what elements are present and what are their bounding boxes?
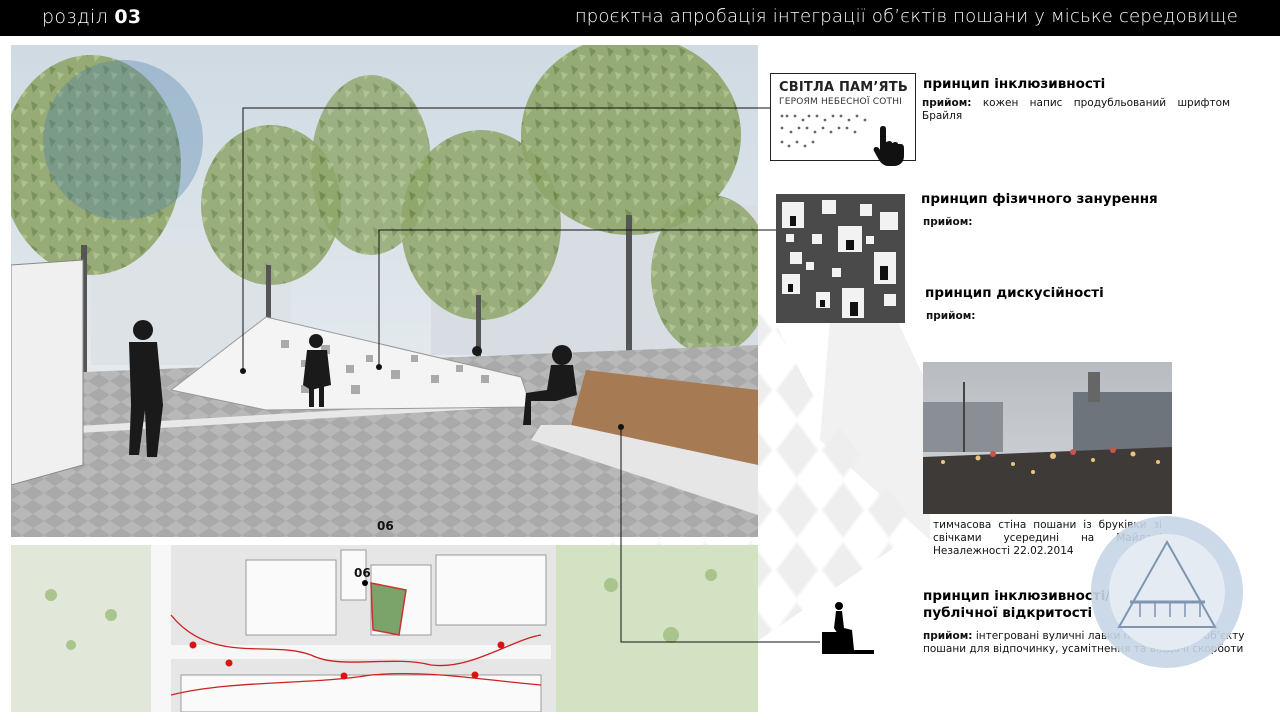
principle-discussion-title: принцип дискусійності: [925, 285, 1104, 301]
hand-pointer-icon: [873, 126, 904, 166]
method-label: прийом:: [922, 97, 972, 109]
principle-inclusivity-method: прийом: кожен напис продубльований шрифт…: [922, 97, 1230, 123]
method-label: прийом:: [926, 310, 976, 322]
braille-sign-subtitle: ГЕРОЯМ НЕБЕСНОЇ СОТНІ: [779, 97, 903, 107]
maidan-photo-illustration: [923, 362, 1172, 514]
principle-openness-title-line2: публічної відкритості: [923, 605, 1093, 621]
method-label: прийом:: [923, 630, 973, 642]
candle-wall-image: [776, 194, 905, 323]
braille-sign-image: СВІТЛА ПАМ’ЯТЬ ГЕРОЯМ НЕБЕСНОЇ СОТНІ: [770, 73, 916, 166]
principle-openness-title: принцип інклюзивності/ публічної відкрит…: [923, 588, 1110, 622]
principle-discussion-method: прийом:: [926, 310, 1226, 323]
candle-wall-illustration: [776, 194, 905, 323]
principle-immersion-method: прийом:: [923, 216, 1223, 229]
maidan-photo: [923, 362, 1172, 514]
principle-immersion-title: принцип фізичного занурення: [921, 191, 1158, 207]
principle-inclusivity-title: принцип інклюзивності: [923, 76, 1106, 92]
method-label: прийом:: [923, 216, 973, 228]
university-seal-icon: [1091, 516, 1243, 668]
seated-person-icon: [822, 602, 874, 654]
braille-dots: [780, 114, 867, 148]
principle-openness-title-line1: принцип інклюзивності/: [923, 588, 1111, 604]
braille-sign-title: СВІТЛА ПАМ’ЯТЬ: [779, 80, 908, 95]
